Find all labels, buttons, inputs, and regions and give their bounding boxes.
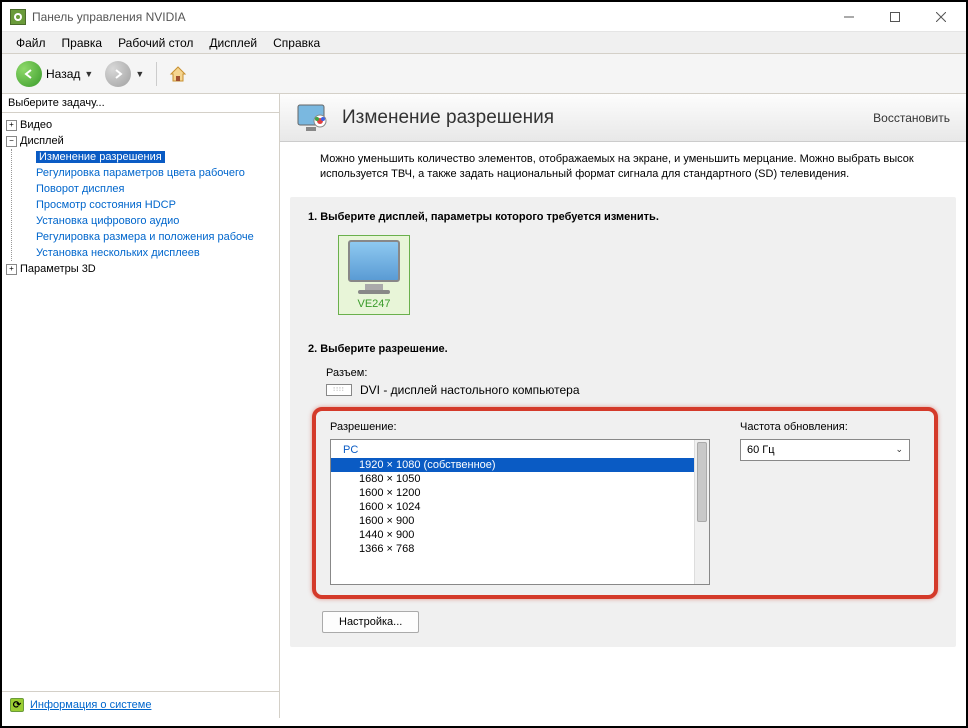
tree-item-adjust-color[interactable]: Регулировка параметров цвета рабочего [20,165,277,181]
list-item[interactable]: 1600 × 1024 [331,500,694,514]
chevron-down-icon: ⌄ [895,444,903,455]
back-icon [16,61,42,87]
menubar: Файл Правка Рабочий стол Дисплей Справка [2,32,966,54]
page-title: Изменение разрешения [342,107,873,129]
refresh-value: 60 Гц [747,444,775,456]
settings-panel: 1. Выберите дисплей, параметры которого … [290,197,956,647]
tree-item-display[interactable]: −Дисплей [4,133,277,149]
list-item[interactable]: 1600 × 1200 [331,486,694,500]
scroll-thumb[interactable] [697,442,707,522]
list-item[interactable]: 1600 × 900 [331,514,694,528]
menu-desktop[interactable]: Рабочий стол [110,34,201,52]
highlight-frame: Разрешение: PC 1920 × 1080 (собственное)… [312,407,938,599]
sidebar-header: Выберите задачу... [2,94,279,113]
list-item[interactable]: 1440 × 900 [331,528,694,542]
back-button[interactable]: Назад ▼ [12,59,97,89]
menu-display[interactable]: Дисплей [201,34,265,52]
chevron-down-icon: ▼ [135,69,144,79]
step1-title: 1. Выберите дисплей, параметры которого … [308,211,938,223]
list-item[interactable]: 1680 × 1050 [331,472,694,486]
step2-title: 2. Выберите разрешение. [308,343,938,355]
dvi-icon: ⁝⁝⁝⁝ [326,384,352,396]
resolution-listbox[interactable]: PC 1920 × 1080 (собственное) 1680 × 1050… [330,439,710,585]
monitor-base [358,290,390,294]
connector-value: DVI - дисплей настольного компьютера [360,383,580,397]
tree-item-video[interactable]: +Видео [4,117,277,133]
description: Можно уменьшить количество элементов, от… [280,142,966,193]
back-label: Назад [46,67,80,81]
sidebar-footer: ⟳ Информация о системе [2,691,279,718]
titlebar: Панель управления NVIDIA [2,2,966,32]
monitor-label: VE247 [357,298,390,310]
menu-edit[interactable]: Правка [54,34,111,52]
monitor-icon [296,103,332,133]
tree-item-multi-display[interactable]: Установка нескольких дисплеев [20,245,277,261]
info-icon: ⟳ [10,698,24,712]
tree-item-rotate[interactable]: Поворот дисплея [20,181,277,197]
tree-item-3d[interactable]: +Параметры 3D [4,261,277,277]
main-panel: Изменение разрешения Восстановить Можно … [280,94,966,718]
window-title: Панель управления NVIDIA [32,10,826,24]
forward-icon [105,61,131,87]
list-item[interactable]: 1920 × 1080 (собственное) [331,458,694,472]
refresh-label: Частота обновления: [740,421,920,433]
app-icon [10,9,26,25]
monitor-icon [348,240,400,282]
list-group-pc: PC [331,442,694,458]
refresh-combobox[interactable]: 60 Гц ⌄ [740,439,910,461]
resolution-label: Разрешение: [330,421,710,433]
sidebar: Выберите задачу... +Видео −Дисплей Измен… [2,94,280,718]
close-button[interactable] [918,3,964,31]
menu-file[interactable]: Файл [8,34,54,52]
expand-icon[interactable]: + [6,264,17,275]
scrollbar[interactable] [694,440,709,584]
tree-item-digital-audio[interactable]: Установка цифрового аудио [20,213,277,229]
restore-link[interactable]: Восстановить [873,111,950,125]
system-info-link[interactable]: Информация о системе [30,699,151,711]
toolbar: Назад ▼ ▼ [2,54,966,94]
expand-icon[interactable]: + [6,120,17,131]
collapse-icon[interactable]: − [6,136,17,147]
home-button[interactable] [165,61,191,87]
maximize-button[interactable] [872,3,918,31]
list-item[interactable]: 1366 × 768 [331,542,694,556]
customize-button[interactable]: Настройка... [322,611,419,633]
tree-item-size-position[interactable]: Регулировка размера и положения рабоче [20,229,277,245]
menu-help[interactable]: Справка [265,34,328,52]
tree-item-hdcp[interactable]: Просмотр состояния HDCP [20,197,277,213]
task-tree: +Видео −Дисплей Изменение разрешения Рег… [2,113,279,691]
connector-label: Разъем: [326,367,938,379]
monitor-stand [365,284,383,290]
forward-button[interactable]: ▼ [101,59,148,89]
tree-item-change-resolution[interactable]: Изменение разрешения [20,149,277,165]
minimize-button[interactable] [826,3,872,31]
separator [156,62,157,86]
chevron-down-icon: ▼ [84,69,93,79]
display-thumbnail[interactable]: VE247 [338,235,410,315]
main-header: Изменение разрешения Восстановить [280,94,966,142]
